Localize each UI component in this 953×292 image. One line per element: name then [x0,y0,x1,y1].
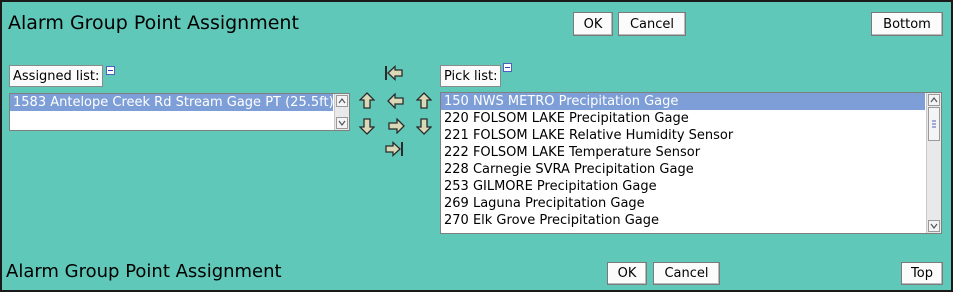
move-right-icon[interactable] [386,116,406,136]
footer-title: Alarm Group Point Assignment [6,261,282,282]
footer-cancel-button[interactable]: Cancel [653,262,720,285]
top-button[interactable]: Top [901,262,943,285]
pick-list-item[interactable]: 253 GILMORE Precipitation Gage [441,178,941,195]
assigned-scrollbar[interactable] [334,94,349,130]
page-frame: Alarm Group Point Assignment OK Cancel B… [0,0,953,292]
bottom-button[interactable]: Bottom [871,12,943,36]
move-to-last-icon[interactable] [384,139,404,159]
assigned-list-label[interactable]: Assigned list: [9,65,104,87]
pick-list-item[interactable]: 222 FOLSOM LAKE Temperature Sensor [441,144,941,161]
scroll-up-icon[interactable] [336,95,348,107]
page-title: Alarm Group Point Assignment [8,12,299,34]
assigned-list-item[interactable]: 1583 Antelope Creek Rd Stream Gage PT (2… [10,94,334,111]
pick-list-item[interactable]: 270 Elk Grove Precipitation Gage [441,212,941,229]
pick-list-item[interactable]: 269 Laguna Precipitation Gage [441,195,941,212]
pick-list-item[interactable]: 228 Carnegie SVRA Precipitation Gage [441,161,941,178]
pick-scrollbar[interactable] [926,93,941,233]
cancel-button[interactable]: Cancel [618,12,686,36]
collapse-icon[interactable] [503,63,512,72]
pick-list-item[interactable]: 220 FOLSOM LAKE Precipitation Gage [441,110,941,127]
scroll-up-icon[interactable] [928,94,940,106]
move-down-icon[interactable] [357,116,377,136]
move-to-first-icon[interactable] [384,63,404,83]
move-up-icon[interactable] [414,91,434,111]
move-up-icon[interactable] [357,91,377,111]
move-down-icon[interactable] [414,116,434,136]
ok-button[interactable]: OK [573,12,613,36]
scroll-down-icon[interactable] [336,117,348,129]
assigned-listbox[interactable]: 1583 Antelope Creek Rd Stream Gage PT (2… [9,93,350,131]
footer-ok-button[interactable]: OK [607,262,647,285]
pick-list-item[interactable]: 150 NWS METRO Precipitation Gage [441,93,925,110]
assigned-list-item[interactable] [10,111,333,128]
scroll-thumb[interactable] [928,107,940,141]
collapse-icon[interactable] [106,66,115,75]
pick-listbox[interactable]: 150 NWS METRO Precipitation Gage 220 FOL… [440,92,942,234]
scroll-down-icon[interactable] [928,220,940,232]
pick-list-label[interactable]: Pick list: [440,65,502,87]
pick-list-item[interactable]: 221 FOLSOM LAKE Relative Humidity Sensor [441,127,941,144]
move-left-icon[interactable] [386,91,406,111]
